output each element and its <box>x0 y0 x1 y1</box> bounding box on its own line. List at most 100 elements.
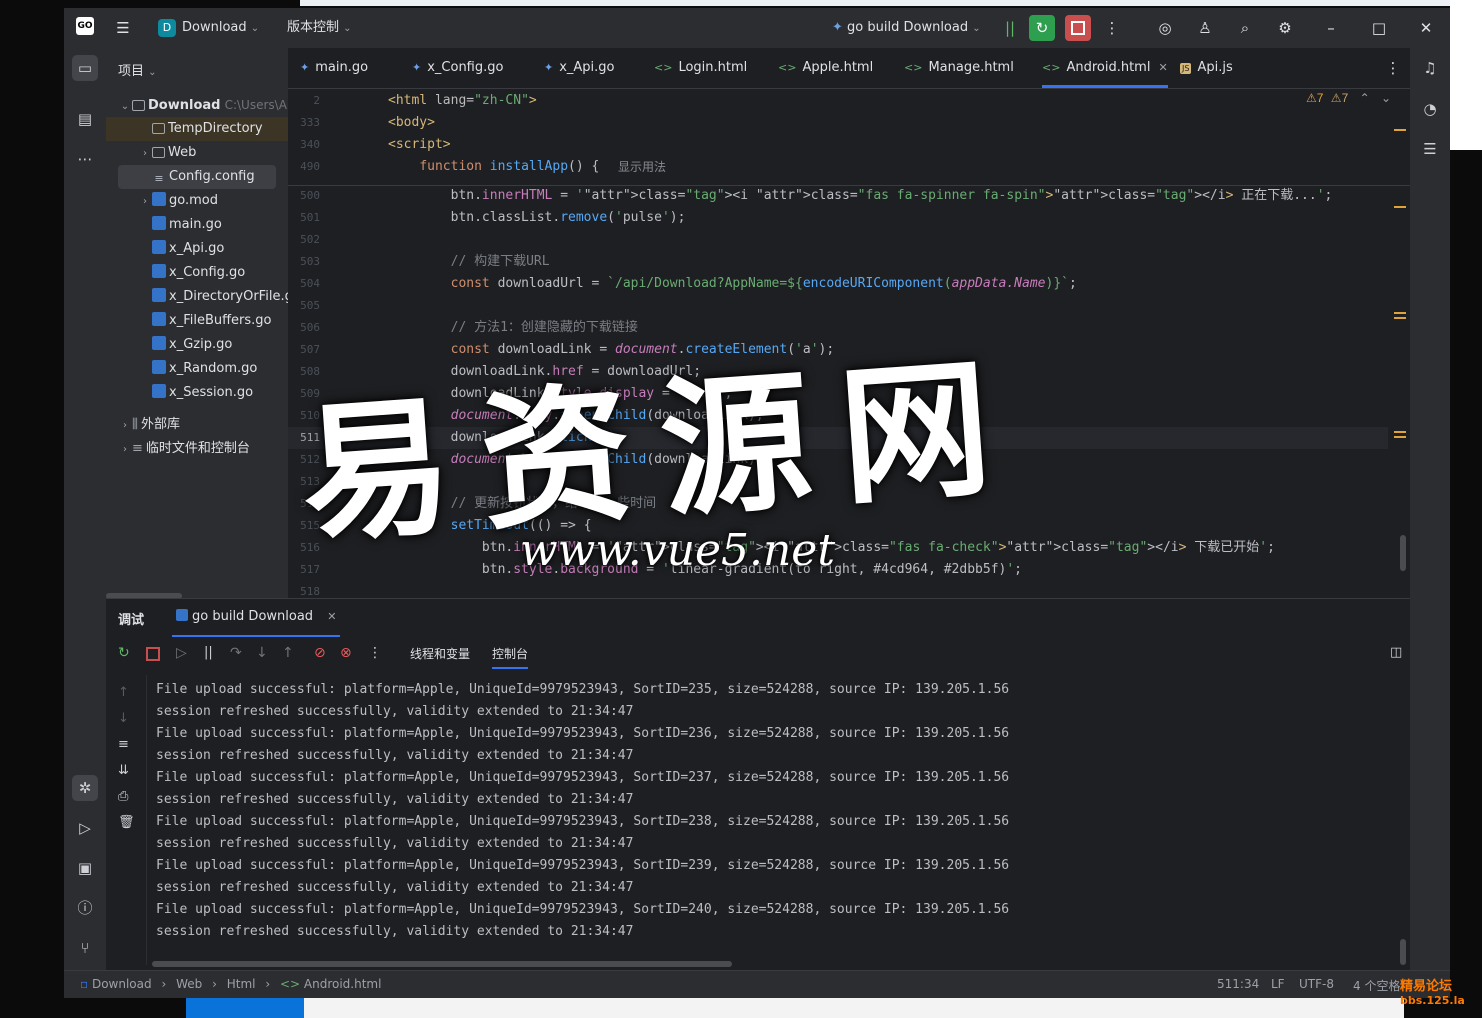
tab-x-api-go[interactable]: ✦ x_Api.go <box>544 48 615 88</box>
search-icon[interactable]: ⌕ <box>1232 15 1258 41</box>
stop-icon[interactable] <box>1065 15 1091 41</box>
debug-session-tab[interactable]: go build Download ✕ <box>172 599 341 637</box>
scroll-to-end-icon[interactable]: ⇊ <box>118 763 129 778</box>
sticky-line[interactable]: 2 <html lang="zh-CN"> <box>288 90 1288 112</box>
tab-android-html[interactable]: <> Android.html ✕ <box>1042 48 1168 88</box>
tree-item[interactable]: ≡ Config.config <box>118 165 276 189</box>
sticky-line[interactable]: 340 <script> <box>288 134 1288 156</box>
clear-trash-icon[interactable]: 🗑 <box>118 815 135 830</box>
sticky-line[interactable]: 490 function installApp() {显示用法 <box>288 156 1288 178</box>
stripe-mark[interactable] <box>1394 206 1406 208</box>
project-folder-icon[interactable]: ▭ <box>72 55 98 81</box>
stripe-mark[interactable] <box>1394 317 1406 319</box>
code-line[interactable]: 503 // 构建下载URL <box>288 251 1388 273</box>
tree-item[interactable]: x_Random.go <box>118 357 300 381</box>
tree-item[interactable]: x_Config.go <box>118 261 300 285</box>
code-line[interactable]: 501 btn.classList.remove('pulse'); <box>288 207 1388 229</box>
code-line[interactable]: 505 <box>288 295 1388 317</box>
services-icon[interactable]: ▷ <box>72 815 98 841</box>
rerun-icon[interactable]: ↻ <box>1029 15 1055 41</box>
stripe-mark[interactable] <box>1394 312 1406 314</box>
step-out-icon[interactable]: ↑ <box>282 645 294 661</box>
breadcrumb-item[interactable]: Android.html <box>304 977 382 991</box>
indent-setting[interactable]: 4 个空格 <box>1353 977 1400 994</box>
sticky-line[interactable]: 333 <body> <box>288 112 1288 134</box>
tree-item[interactable]: x_Gzip.go <box>118 333 300 357</box>
tab-apple-html[interactable]: <> Apple.html <box>778 48 873 88</box>
notifications-bell-icon[interactable]: ♫ <box>1417 55 1443 81</box>
tabs-more-icon[interactable]: ⋮ <box>1380 55 1406 81</box>
tab-x-config-go[interactable]: ✦ x_Config.go <box>412 48 503 88</box>
inspection-widget[interactable]: ⚠7 ⚠7 ⌃ ⌄ <box>1306 91 1391 105</box>
stripe-mark[interactable] <box>1394 129 1406 131</box>
tree-item[interactable]: x_FileBuffers.go <box>118 309 300 333</box>
tree-scratches[interactable]: › ≡ 临时文件和控制台 <box>118 437 300 461</box>
problems-icon[interactable]: ⓘ <box>72 895 98 921</box>
ai-assistant-icon[interactable]: ◎ <box>1152 15 1178 41</box>
tree-item[interactable]: › go.mod <box>118 189 300 213</box>
main-menu-icon[interactable]: ☰ <box>110 15 136 41</box>
view-breakpoints-icon[interactable]: ⊘ <box>314 645 326 661</box>
tree-external-libs[interactable]: › ⫼ 外部库 <box>118 413 300 437</box>
console-output[interactable]: File upload successful: platform=Apple, … <box>156 679 1396 959</box>
vcs-menu[interactable]: 版本控制 ⌄ <box>287 16 352 40</box>
scroll-down-icon[interactable]: ↓ <box>118 711 129 726</box>
print-icon[interactable]: ⎙ <box>118 789 128 804</box>
step-over-icon[interactable]: ↷ <box>230 645 242 661</box>
usage-hint[interactable]: 显示用法 <box>618 156 666 178</box>
chevron-up-icon[interactable]: ⌃ <box>1360 91 1370 105</box>
tree-item[interactable]: x_Api.go <box>118 237 300 261</box>
tab-console[interactable]: 控制台 <box>492 645 529 669</box>
more-tools-icon[interactable]: ⋯ <box>72 146 98 172</box>
close-tab-icon[interactable]: ✕ <box>327 610 336 623</box>
stop-icon[interactable] <box>146 647 160 661</box>
chevron-down-icon[interactable]: ⌄ <box>1381 91 1391 105</box>
maximize-icon[interactable]: □ <box>1366 15 1392 41</box>
stripe-mark[interactable] <box>1394 431 1406 433</box>
tab-threads-variables[interactable]: 线程和变量 <box>410 645 470 662</box>
database-icon[interactable]: ☰ <box>1417 136 1443 162</box>
breadcrumb-item[interactable]: Html <box>227 977 256 991</box>
line-separator[interactable]: LF <box>1271 977 1285 991</box>
breadcrumb-item[interactable]: Web <box>176 977 202 991</box>
console-hscrollbar[interactable] <box>152 961 732 967</box>
tab-main-go[interactable]: ✦ main.go <box>300 48 368 88</box>
project-switcher[interactable]: D Download ⌄ <box>158 16 259 40</box>
soft-wrap-icon[interactable]: ≡ <box>118 737 129 752</box>
structure-icon[interactable]: ▤ <box>72 106 98 132</box>
expand-arrow-icon[interactable]: › <box>138 190 152 213</box>
more-icon[interactable]: ⋮ <box>368 645 382 661</box>
minimize-icon[interactable]: – <box>1318 15 1344 41</box>
code-line[interactable]: 517 btn.style.background = 'linear-gradi… <box>288 559 1388 581</box>
code-line[interactable]: 504 const downloadUrl = `/api/Download?A… <box>288 273 1388 295</box>
console-vscrollbar[interactable] <box>1400 939 1406 965</box>
tab-login-html[interactable]: <> Login.html <box>654 48 747 88</box>
code-line[interactable]: 502 <box>288 229 1388 251</box>
pause-icon[interactable]: || <box>997 15 1023 41</box>
run-config-selector[interactable]: ✦ go build Download ⌄ <box>832 16 981 40</box>
tab-manage-html[interactable]: <> Manage.html <box>904 48 1014 88</box>
tree-item[interactable]: x_DirectoryOrFile.go <box>118 285 300 309</box>
scroll-up-icon[interactable]: ↑ <box>118 685 129 700</box>
stripe-mark[interactable] <box>1394 436 1406 438</box>
tree-item[interactable]: main.go <box>118 213 300 237</box>
breadcrumb-item[interactable]: Download <box>92 977 152 991</box>
ai-chat-icon[interactable]: ◔ <box>1417 96 1443 122</box>
close-tab-icon[interactable]: ✕ <box>1158 61 1167 74</box>
vertical-scrollbar[interactable] <box>1400 535 1406 571</box>
project-panel-header[interactable]: 项目 ⌄ <box>118 60 157 79</box>
layout-icon[interactable]: ◫ <box>1390 645 1402 660</box>
caret-position[interactable]: 511:34 <box>1217 977 1259 991</box>
tree-item[interactable]: › Web <box>118 141 300 165</box>
more-actions-icon[interactable]: ⋮ <box>1099 15 1125 41</box>
settings-gear-icon[interactable]: ⚙ <box>1272 15 1298 41</box>
mute-breakpoints-icon[interactable]: ⊗ <box>340 645 352 661</box>
rerun-icon[interactable]: ↻ <box>118 645 130 661</box>
account-icon[interactable]: ♙ <box>1192 15 1218 41</box>
pause-icon[interactable]: || <box>204 645 213 660</box>
debug-bug-icon[interactable]: ✲ <box>72 775 98 801</box>
step-into-icon[interactable]: ↓ <box>256 645 268 661</box>
tab-api-js[interactable]: JS Api.js <box>1180 48 1233 88</box>
tree-item[interactable]: TempDirectory <box>106 117 300 141</box>
resume-icon[interactable]: ▷ <box>176 645 187 661</box>
